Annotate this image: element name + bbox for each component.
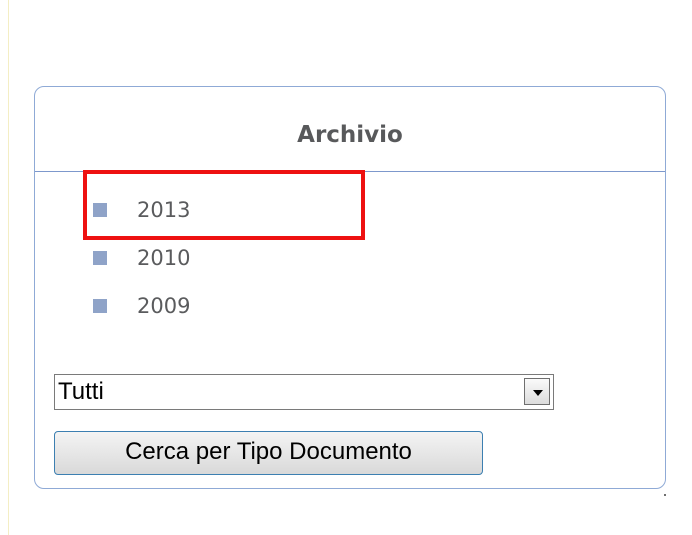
square-bullet-icon xyxy=(93,251,107,265)
year-link[interactable]: 2009 xyxy=(137,291,190,321)
year-link[interactable]: 2010 xyxy=(137,243,190,273)
select-value: Tutti xyxy=(58,378,104,405)
panel-title: Archivio xyxy=(297,122,403,148)
highlight-box xyxy=(83,170,365,240)
corner-dot xyxy=(664,494,666,496)
archive-panel-header: Archivio xyxy=(35,87,665,172)
document-type-select[interactable]: Tutti xyxy=(54,374,554,410)
chevron-down-icon[interactable] xyxy=(524,378,550,405)
search-by-document-type-button[interactable]: Cerca per Tipo Documento xyxy=(54,431,483,475)
page-guide-line xyxy=(8,0,9,535)
archive-panel: Archivio 2013 2010 2009 Tutti Cerca per … xyxy=(34,86,666,489)
square-bullet-icon xyxy=(93,299,107,313)
